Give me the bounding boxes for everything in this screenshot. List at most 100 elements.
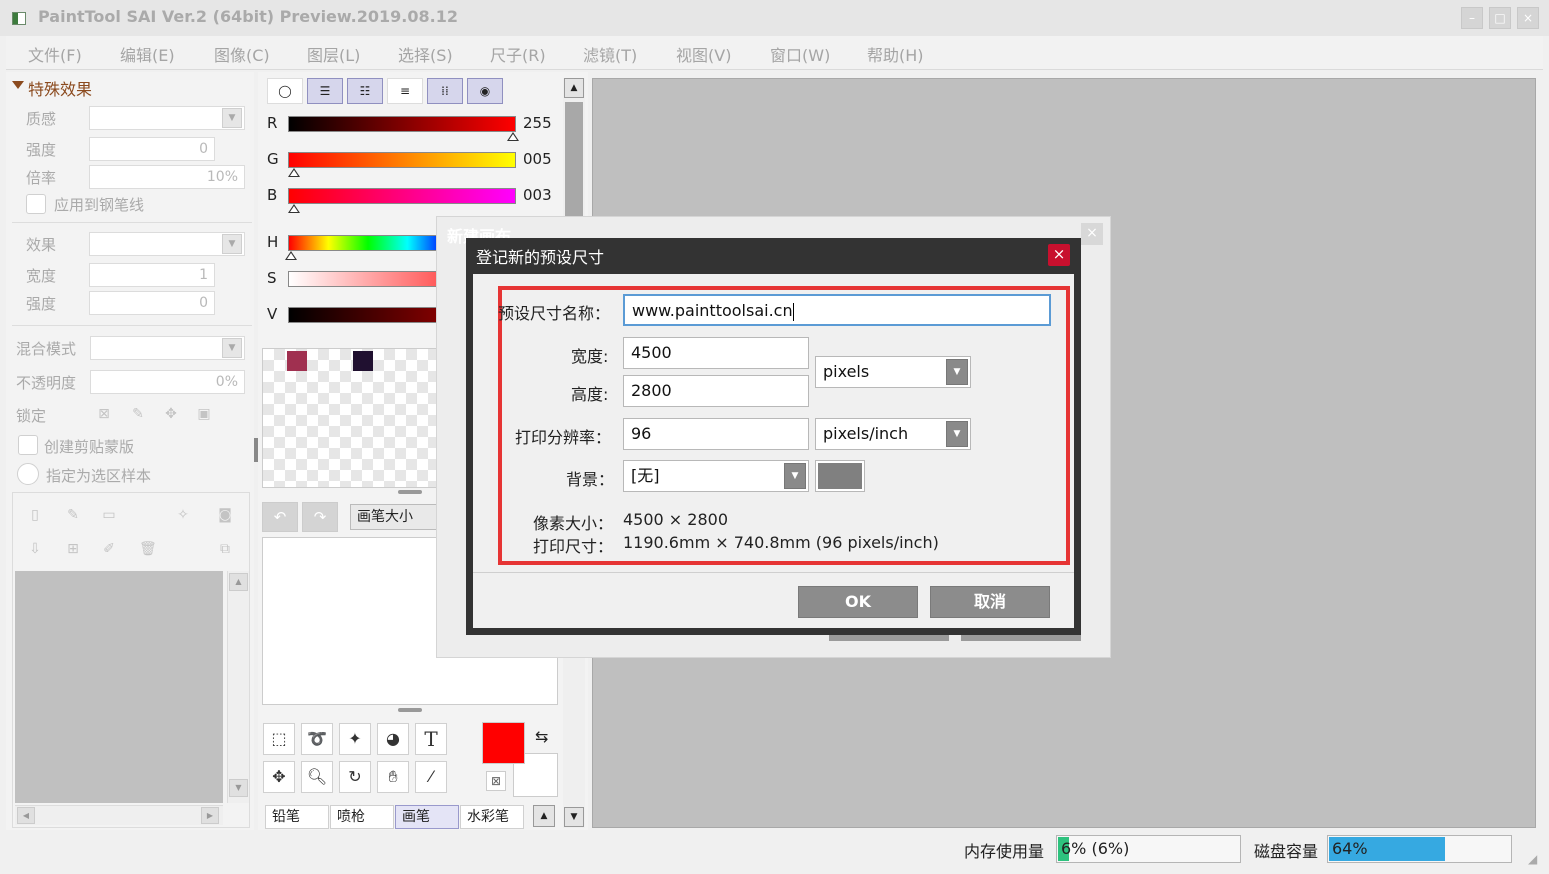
resolution-input[interactable]: 96 bbox=[623, 418, 809, 450]
transparent-color-icon[interactable]: ⊠ bbox=[486, 771, 506, 791]
effect-select[interactable]: ▼ bbox=[89, 232, 245, 256]
trash-icon[interactable]: 🗑 bbox=[139, 541, 157, 557]
move-icon[interactable]: ✥ bbox=[263, 761, 295, 793]
new-pen-layer-icon[interactable]: ✎ bbox=[65, 507, 81, 523]
menu-file[interactable]: 文件(F) bbox=[28, 42, 82, 66]
maximize-button[interactable]: □ bbox=[1489, 7, 1511, 29]
texture-select[interactable]: ▼ bbox=[89, 106, 245, 130]
new-layer-icon[interactable]: ▯ bbox=[27, 507, 43, 523]
strength-field[interactable]: 0 bbox=[89, 137, 215, 161]
b-slider[interactable] bbox=[288, 188, 516, 204]
collapse-arrow-icon[interactable] bbox=[12, 81, 24, 89]
apply-pen-checkbox[interactable] bbox=[26, 194, 46, 214]
r-slider-handle[interactable] bbox=[507, 132, 519, 141]
unit-select[interactable]: pixels ▼ bbox=[815, 356, 971, 388]
primary-color[interactable] bbox=[482, 722, 525, 764]
r-slider[interactable] bbox=[288, 116, 516, 132]
blend-mode-select[interactable]: ▼ bbox=[90, 336, 245, 360]
width-input[interactable]: 4500 bbox=[623, 337, 809, 369]
swatch-color-1[interactable] bbox=[287, 351, 307, 371]
mixer-button[interactable]: ≡ bbox=[387, 78, 423, 104]
opacity-field[interactable]: 0% bbox=[90, 370, 245, 394]
h-slider-handle[interactable] bbox=[285, 251, 297, 260]
ok-button[interactable]: OK bbox=[798, 586, 918, 618]
menu-edit[interactable]: 编辑(E) bbox=[120, 42, 175, 66]
new-canvas-close-icon[interactable]: × bbox=[1081, 223, 1103, 245]
clear-layer-icon[interactable]: ✐ bbox=[101, 541, 117, 557]
g-slider[interactable] bbox=[288, 152, 516, 168]
height-input[interactable]: 2800 bbox=[623, 375, 809, 407]
resolution-unit-select[interactable]: pixels/inch ▼ bbox=[815, 418, 971, 450]
rotate-icon[interactable]: ↻ bbox=[339, 761, 371, 793]
menu-layer[interactable]: 图层(L) bbox=[307, 42, 360, 66]
new-folder-icon[interactable]: ▭ bbox=[101, 507, 117, 523]
width-field[interactable]: 1 bbox=[89, 263, 215, 287]
merge-down-icon[interactable]: ⊞ bbox=[65, 541, 81, 557]
swatch-color-2[interactable] bbox=[353, 351, 373, 371]
lock-transparency-icon[interactable]: ⊠ bbox=[96, 406, 112, 422]
background-select[interactable]: [无] ▼ bbox=[623, 460, 809, 492]
scroll-right-icon[interactable]: ▶ bbox=[201, 807, 219, 824]
preset-name-input[interactable]: www.painttoolsai.cn bbox=[623, 294, 1051, 326]
splitter-handle[interactable] bbox=[398, 490, 422, 494]
s-slider[interactable] bbox=[288, 271, 448, 287]
g-slider-handle[interactable] bbox=[288, 168, 300, 177]
menu-window[interactable]: 窗口(W) bbox=[770, 42, 830, 66]
dialog-close-icon[interactable]: × bbox=[1048, 244, 1070, 266]
v-slider[interactable] bbox=[288, 307, 448, 323]
hsv-slider-button[interactable]: ☷ bbox=[347, 78, 383, 104]
scroll-left-icon[interactable]: ◀ bbox=[17, 807, 35, 824]
redo-icon[interactable]: ↷ bbox=[302, 502, 338, 532]
mask-icon[interactable]: ◙ bbox=[217, 507, 233, 523]
layer-scrollbar[interactable]: ▲ ▼ bbox=[227, 571, 249, 803]
minimize-button[interactable]: – bbox=[1461, 7, 1483, 29]
strength2-field[interactable]: 0 bbox=[89, 291, 215, 315]
h-slider[interactable] bbox=[288, 235, 448, 251]
menu-image[interactable]: 图像(C) bbox=[214, 42, 270, 66]
shape-icon[interactable]: ◕ bbox=[377, 723, 409, 755]
scratchpad-button[interactable]: ◉ bbox=[467, 78, 503, 104]
menu-help[interactable]: 帮助(H) bbox=[867, 42, 924, 66]
scale-field[interactable]: 10% bbox=[89, 165, 245, 189]
rgb-slider-button[interactable]: ☰ bbox=[307, 78, 343, 104]
lock-move-icon[interactable]: ✥ bbox=[163, 406, 179, 422]
cancel-button[interactable]: 取消 bbox=[930, 586, 1050, 618]
swatch-button[interactable]: ⁞⁞ bbox=[427, 78, 463, 104]
scroll-down-icon[interactable]: ▼ bbox=[229, 779, 248, 797]
brush-scroll-up-icon[interactable]: ▲ bbox=[533, 805, 555, 827]
scroll-up-icon[interactable]: ▲ bbox=[229, 573, 248, 591]
transfer-down-icon[interactable]: ⇩ bbox=[27, 541, 43, 557]
menu-filter[interactable]: 滤镜(T) bbox=[583, 42, 637, 66]
color-wheel-button[interactable]: ◯ bbox=[267, 78, 303, 104]
brush-tab-brush[interactable]: 画笔 bbox=[395, 805, 459, 829]
splitter-handle[interactable] bbox=[398, 708, 422, 712]
eyedropper-icon[interactable]: ⁄ bbox=[415, 761, 447, 793]
layer-mask-icon[interactable]: ⧉ bbox=[217, 541, 233, 557]
magic-wand-icon[interactable]: ✦ bbox=[339, 723, 371, 755]
brush-size-select[interactable]: 画笔大小 bbox=[350, 504, 438, 530]
effects-icon[interactable]: ✧ bbox=[175, 507, 191, 523]
hand-icon[interactable]: ✋︎ bbox=[377, 761, 409, 793]
brush-tab-watercolor[interactable]: 水彩笔 bbox=[460, 805, 524, 829]
rect-select-icon[interactable]: ⬚ bbox=[263, 723, 295, 755]
resize-grip-icon[interactable]: ◢ bbox=[1528, 852, 1537, 866]
close-button[interactable]: × bbox=[1517, 7, 1539, 29]
b-slider-handle[interactable] bbox=[288, 204, 300, 213]
brush-tab-pencil[interactable]: 铅笔 bbox=[265, 805, 329, 829]
scroll-down-icon[interactable]: ▼ bbox=[564, 807, 584, 827]
lock-all-icon[interactable]: ▣ bbox=[196, 406, 212, 422]
brush-tab-airbrush[interactable]: 喷枪 bbox=[330, 805, 394, 829]
lock-paint-icon[interactable]: ✎ bbox=[130, 406, 146, 422]
layer-list[interactable] bbox=[15, 571, 223, 803]
layer-hscrollbar[interactable]: ◀ ▶ bbox=[15, 805, 223, 825]
scroll-thumb[interactable] bbox=[565, 102, 583, 222]
selection-sample-radio[interactable] bbox=[17, 463, 39, 485]
menu-ruler[interactable]: 尺子(R) bbox=[490, 42, 546, 66]
scroll-up-icon[interactable]: ▲ bbox=[564, 78, 584, 98]
background-color-swatch[interactable] bbox=[815, 460, 865, 492]
clipping-checkbox[interactable] bbox=[18, 435, 38, 455]
lasso-icon[interactable]: ➰ bbox=[301, 723, 333, 755]
zoom-icon[interactable]: 🔍︎ bbox=[301, 761, 333, 793]
menu-view[interactable]: 视图(V) bbox=[676, 42, 731, 66]
swap-colors-icon[interactable]: ⇆ bbox=[535, 727, 548, 746]
